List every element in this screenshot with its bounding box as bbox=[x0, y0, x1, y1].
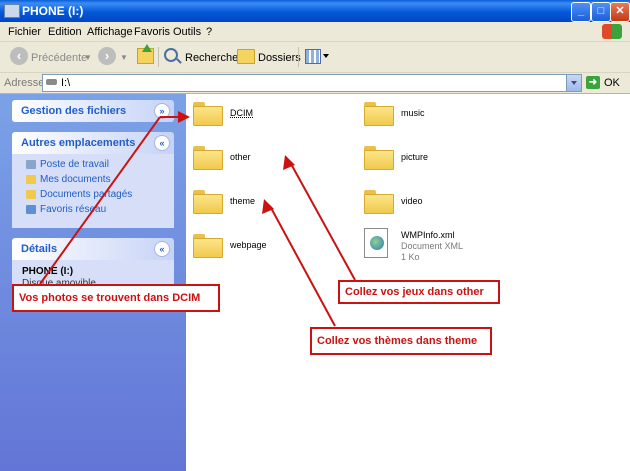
forward-dropdown-icon[interactable]: ▼ bbox=[120, 53, 128, 62]
collapse-icon[interactable]: « bbox=[154, 241, 170, 257]
back-dropdown-icon[interactable]: ▼ bbox=[84, 53, 92, 62]
address-input[interactable]: I:\ bbox=[42, 74, 582, 92]
item-dcim[interactable]: DCIM bbox=[230, 108, 253, 118]
item-wmpinfo-kind: Document XML bbox=[401, 241, 464, 251]
windows-logo-icon bbox=[602, 24, 622, 39]
address-bar: Adresse I:\ ➜ OK bbox=[0, 73, 630, 94]
folder-up-icon[interactable] bbox=[137, 44, 154, 64]
computer-icon bbox=[26, 160, 36, 169]
folder-icon[interactable] bbox=[364, 190, 394, 214]
item-theme[interactable]: theme bbox=[230, 196, 255, 206]
folder-icon[interactable] bbox=[193, 102, 223, 126]
other-places-title[interactable]: Autres emplacements bbox=[21, 137, 135, 149]
maximize-button[interactable]: □ bbox=[591, 2, 611, 22]
menu-bar: Fichier Edition Affichage Favoris Outils… bbox=[0, 22, 630, 42]
folder-icon[interactable] bbox=[193, 234, 223, 258]
other-places-panel: Poste de travail Mes documents Documents… bbox=[12, 154, 174, 228]
drive-icon bbox=[4, 4, 20, 18]
address-value: I:\ bbox=[61, 77, 71, 89]
file-tasks-title[interactable]: Gestion des fichiers bbox=[21, 105, 126, 117]
details-header[interactable]: Détails « bbox=[12, 238, 174, 260]
item-music[interactable]: music bbox=[401, 108, 425, 118]
item-wmpinfo[interactable]: WMPInfo.xml bbox=[401, 230, 455, 240]
expand-icon[interactable]: » bbox=[154, 103, 170, 119]
documents-icon bbox=[26, 175, 36, 184]
title-bar: PHONE (I:) _ □ ✕ bbox=[0, 0, 630, 22]
back-button-label[interactable]: Précédente bbox=[31, 52, 87, 64]
callout-other: Collez vos jeux dans other bbox=[338, 280, 500, 304]
menu-outils[interactable]: Outils bbox=[173, 26, 201, 38]
views-dropdown-icon[interactable] bbox=[323, 54, 329, 58]
item-picture[interactable]: picture bbox=[401, 152, 428, 162]
toolbar-separator bbox=[298, 47, 299, 67]
views-icon[interactable] bbox=[305, 49, 321, 64]
folder-icon[interactable] bbox=[364, 102, 394, 126]
details-title[interactable]: Détails bbox=[21, 243, 57, 255]
item-webpage[interactable]: webpage bbox=[230, 240, 267, 250]
close-button[interactable]: ✕ bbox=[610, 2, 630, 22]
link-poste-de-travail[interactable]: Poste de travail bbox=[40, 159, 109, 170]
folders-button[interactable]: Dossiers bbox=[258, 52, 301, 64]
go-arrow-icon[interactable]: ➜ bbox=[586, 76, 600, 89]
forward-arrow-icon[interactable]: › bbox=[98, 47, 116, 65]
folder-icon[interactable] bbox=[193, 190, 223, 214]
link-documents-partages[interactable]: Documents partagés bbox=[40, 189, 132, 200]
menu-fichier[interactable]: Fichier bbox=[8, 26, 41, 38]
toolbar-separator bbox=[158, 47, 159, 67]
menu-favoris[interactable]: Favoris bbox=[134, 26, 170, 38]
callout-dcim: Vos photos se trouvent dans DCIM bbox=[12, 284, 220, 312]
toolbar: ‹ Précédente ▼ › ▼ Rechercher Dossiers bbox=[0, 42, 630, 73]
shared-folder-icon bbox=[26, 190, 36, 199]
network-icon bbox=[26, 205, 36, 214]
search-button[interactable]: Rechercher bbox=[185, 52, 242, 64]
item-wmpinfo-size: 1 Ko bbox=[401, 252, 420, 262]
xml-file-icon[interactable] bbox=[364, 228, 388, 258]
link-mes-documents[interactable]: Mes documents bbox=[40, 174, 111, 185]
go-button[interactable]: OK bbox=[604, 77, 620, 89]
link-favoris-reseau[interactable]: Favoris réseau bbox=[40, 204, 106, 215]
callout-theme: Collez vos thèmes dans theme bbox=[310, 327, 492, 355]
window-title: PHONE (I:) bbox=[22, 4, 84, 18]
item-other[interactable]: other bbox=[230, 152, 251, 162]
address-label: Adresse bbox=[4, 77, 45, 89]
menu-edition[interactable]: Edition bbox=[48, 26, 82, 38]
search-icon[interactable] bbox=[164, 48, 178, 62]
task-pane: Gestion des fichiers » Autres emplacemen… bbox=[0, 94, 186, 471]
menu-affichage[interactable]: Affichage bbox=[87, 26, 133, 38]
details-name: PHONE (I:) bbox=[22, 266, 74, 277]
folders-icon[interactable] bbox=[237, 49, 255, 64]
back-arrow-icon[interactable]: ‹ bbox=[10, 47, 28, 65]
other-places-header[interactable]: Autres emplacements « bbox=[12, 132, 174, 154]
menu-help[interactable]: ? bbox=[206, 26, 212, 38]
folder-icon[interactable] bbox=[193, 146, 223, 170]
folder-icon[interactable] bbox=[364, 146, 394, 170]
address-dropdown-icon[interactable] bbox=[566, 75, 581, 91]
file-tasks-header[interactable]: Gestion des fichiers » bbox=[12, 100, 174, 122]
drive-icon bbox=[46, 79, 57, 85]
minimize-button[interactable]: _ bbox=[571, 2, 591, 22]
item-video[interactable]: video bbox=[401, 196, 423, 206]
collapse-icon[interactable]: « bbox=[154, 135, 170, 151]
